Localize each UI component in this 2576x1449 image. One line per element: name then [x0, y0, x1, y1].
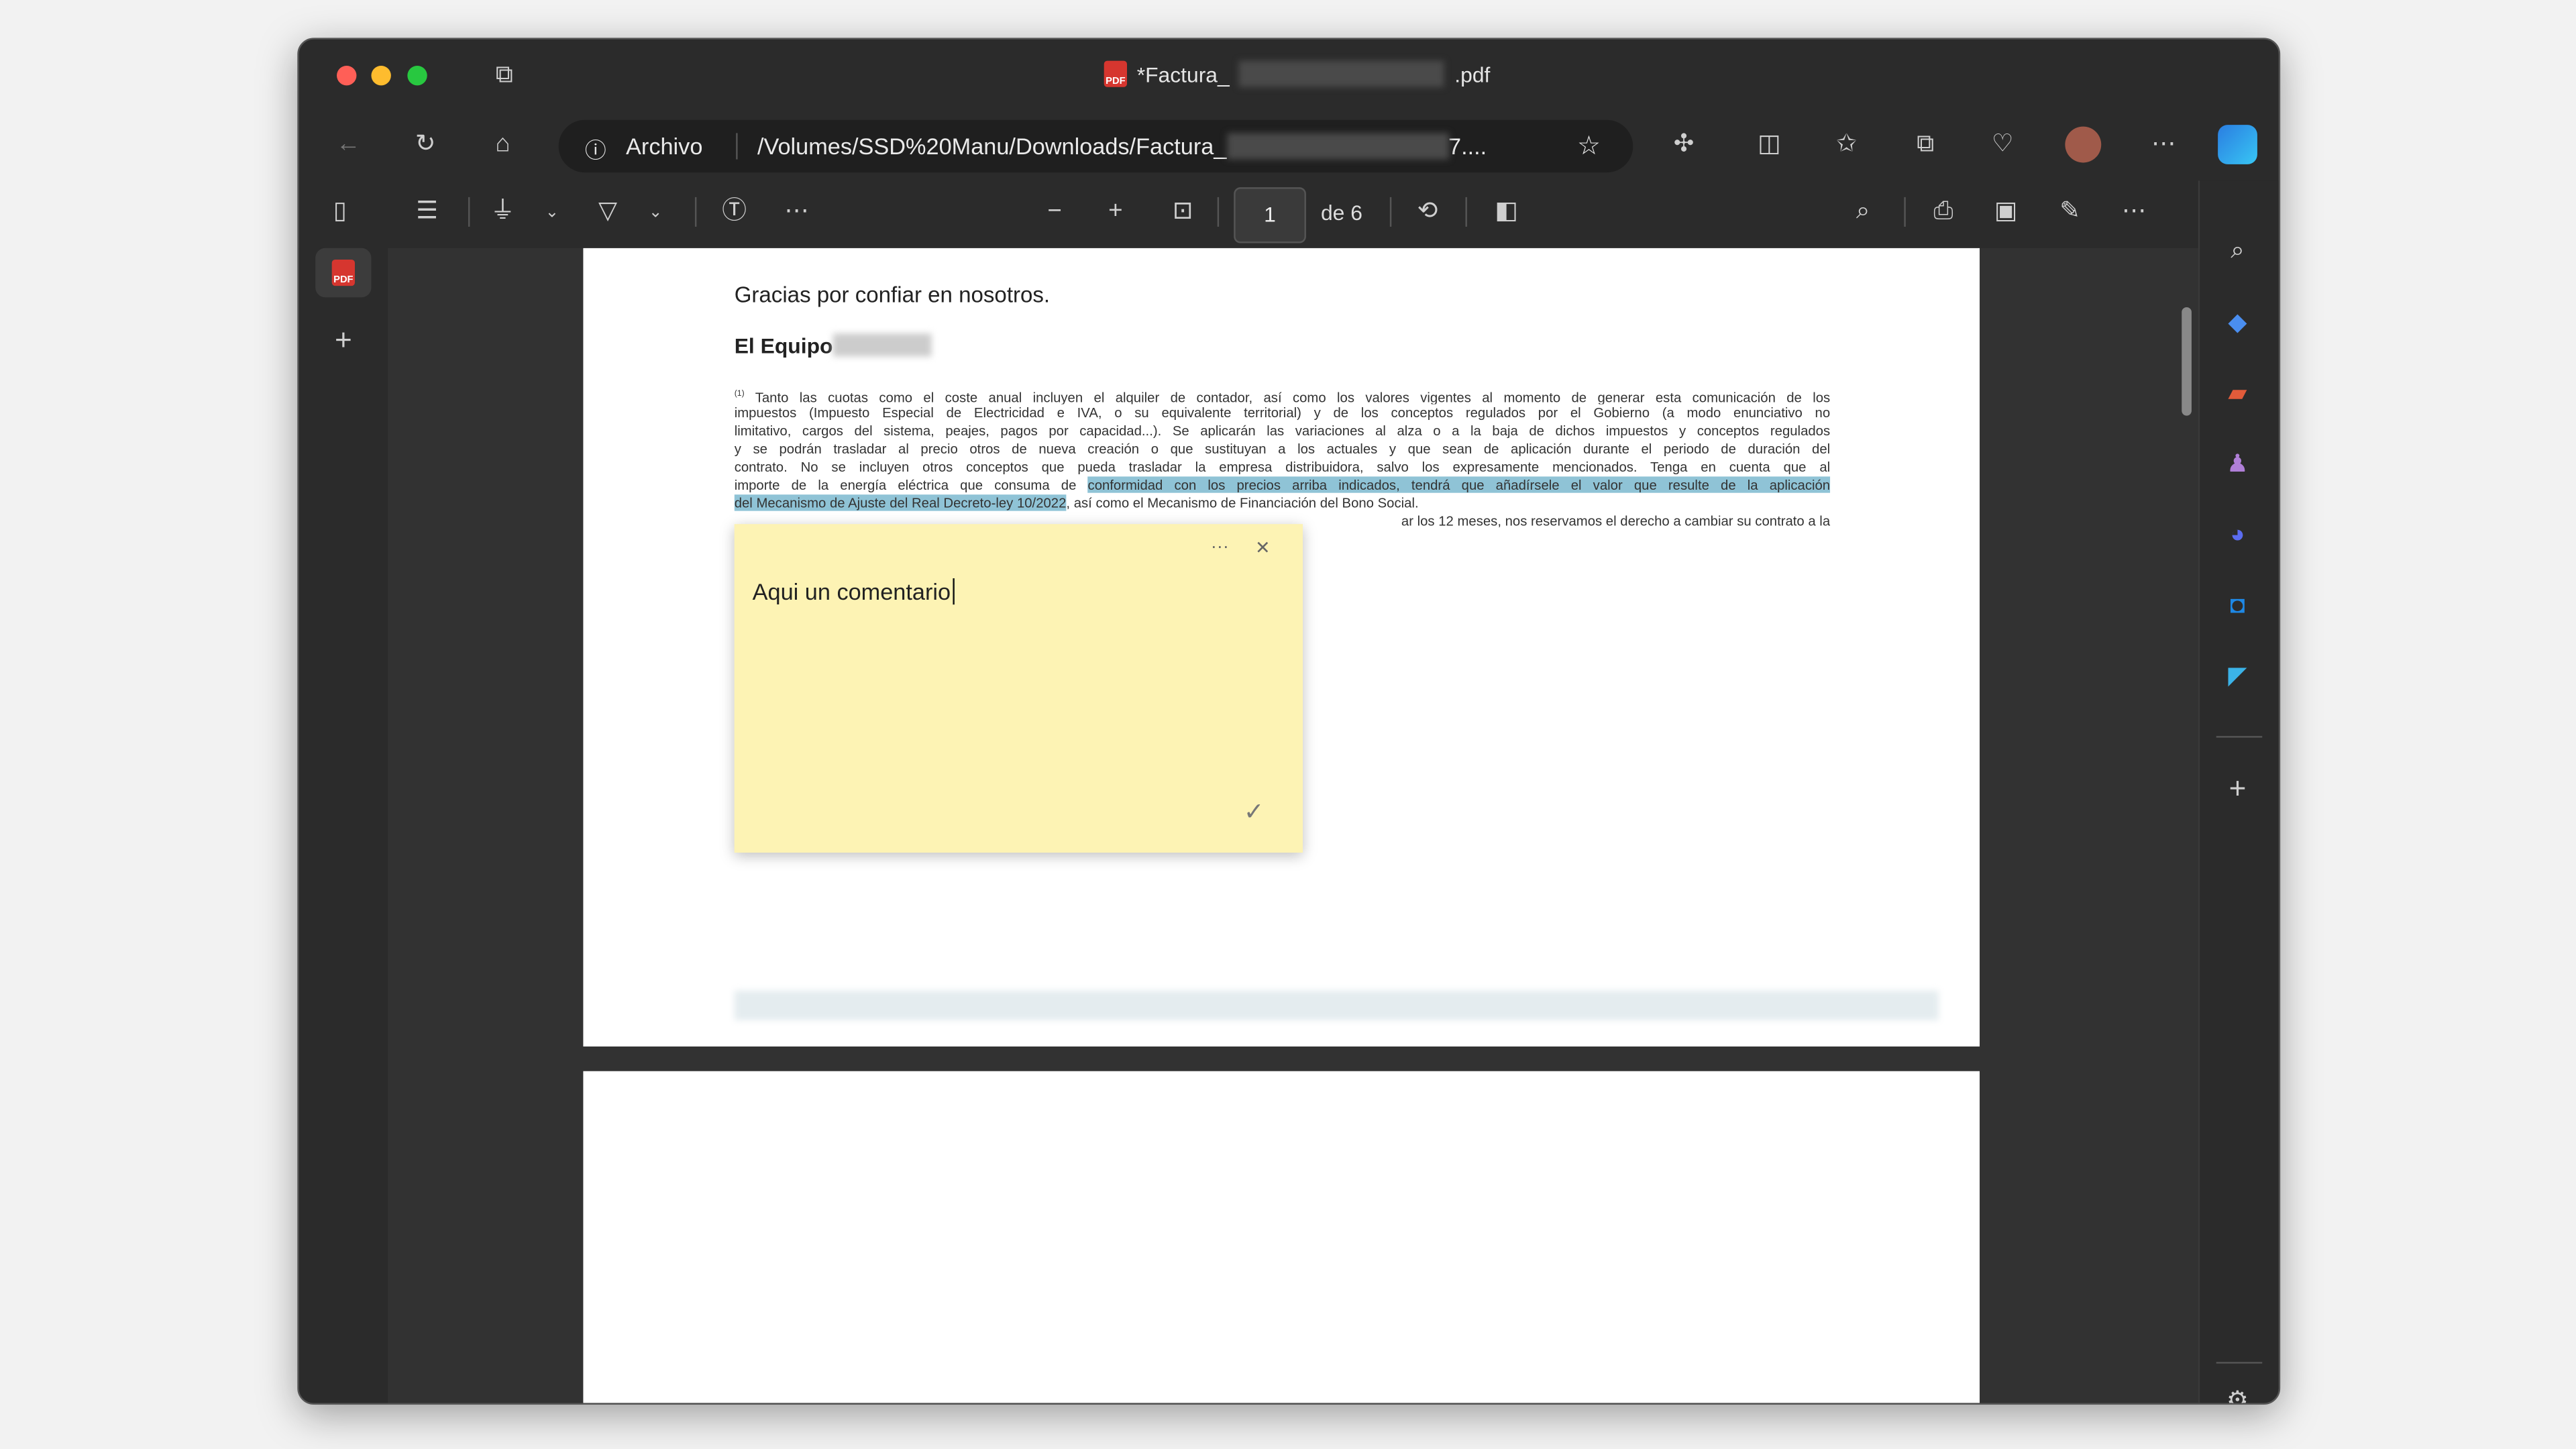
rotate-icon[interactable]: ⟲: [1411, 198, 1444, 225]
more-icon[interactable]: ⋯: [2118, 198, 2151, 225]
thanks-text: Gracias por confiar en nosotros.: [734, 282, 1051, 307]
redacted-text: [1239, 60, 1445, 87]
new-tab-icon[interactable]: +: [327, 325, 360, 355]
chevron-down-icon[interactable]: ⌄: [535, 201, 568, 227]
draw-icon[interactable]: ▽: [592, 198, 625, 225]
highlighted-text[interactable]: conformidad con los precios arriba indic…: [1088, 476, 1831, 493]
outlook-icon[interactable]: ◘: [2221, 592, 2254, 619]
redacted-text: [734, 990, 1939, 1020]
add-text-icon[interactable]: Ⓣ: [718, 198, 751, 225]
workspaces-icon[interactable]: ⧉: [488, 62, 521, 89]
tag-icon[interactable]: ◆: [2221, 310, 2254, 337]
pdf-viewer: Gracias por confiar en nosotros. El Equi…: [387, 248, 2200, 1403]
browser-essentials-icon[interactable]: ♡: [1986, 131, 2019, 158]
zoom-window-button[interactable]: [407, 65, 427, 86]
footnote: (1) Tanto las cuotas como el coste anual…: [734, 386, 1831, 531]
print-icon[interactable]: ⎙: [1927, 198, 1960, 225]
close-window-button[interactable]: [337, 65, 357, 86]
title-prefix: *Factura_: [1136, 61, 1230, 87]
footnote-line: contrato. No se incluyen otros conceptos…: [734, 458, 1831, 475]
copilot-icon[interactable]: [2218, 125, 2257, 164]
title-suffix: .pdf: [1454, 61, 1491, 87]
home-icon[interactable]: ⌂: [486, 131, 519, 158]
text-caret: [952, 578, 954, 605]
favorite-star-icon[interactable]: ☆: [1577, 129, 1601, 162]
comment-note[interactable]: ··· ✕ Aqui un comentario ✓: [734, 524, 1303, 853]
people-icon[interactable]: ♟: [2221, 451, 2254, 478]
footnote-line: Tanto las cuotas como el coste anual inc…: [755, 388, 1831, 405]
footnote-marker: (1): [734, 389, 745, 400]
redacted-text: [833, 333, 932, 357]
note-more-button[interactable]: ···: [1211, 537, 1229, 557]
minimize-window-button[interactable]: [371, 65, 391, 86]
footnote-line: limitativo, cargos del sistema, peajes, …: [734, 422, 1831, 439]
save-as-icon[interactable]: ✎: [2053, 198, 2086, 225]
vertical-tabs: PDF +: [299, 248, 388, 1403]
scrollbar-thumb[interactable]: [2182, 307, 2192, 416]
signature-prefix: El Equipo: [734, 333, 833, 358]
plain-text: , así como el Mecanismo de Financiación …: [1066, 494, 1419, 511]
settings-gear-icon[interactable]: ⚙: [2221, 1387, 2254, 1403]
tab-pdf[interactable]: PDF: [315, 248, 372, 298]
more-icon[interactable]: ⋯: [2147, 131, 2180, 158]
pdf-file-icon: PDF: [1104, 60, 1128, 87]
footnote-line: impuestos (Impuesto Especial de Electric…: [734, 404, 1831, 421]
url-prefix: /Volumes/SSD%20Manu/Downloads/Factura_: [757, 133, 1227, 160]
signature-text: El Equipo: [735, 333, 932, 358]
footnote-line: del Mecanismo de Ajuste del Real Decreto…: [734, 494, 1830, 513]
redacted-text: [1226, 133, 1449, 160]
toolbox-icon[interactable]: ▰: [2221, 380, 2254, 407]
footnote-line: y se podrán trasladar al precio otros de…: [734, 440, 1831, 457]
search-icon[interactable]: ⌕: [2221, 237, 2254, 264]
page-view-icon[interactable]: ◧: [1490, 198, 1523, 225]
search-icon[interactable]: ⌕: [1847, 198, 1880, 225]
highlighted-text[interactable]: del Mecanismo de Ajuste del Real Decreto…: [734, 494, 1066, 511]
site-info-label[interactable]: Archivo: [626, 133, 702, 159]
copilot-app-icon[interactable]: ◕: [2221, 522, 2254, 549]
url-suffix: 7....: [1448, 133, 1487, 160]
browser-window: ⧉ PDF *Factura_ .pdf ← ↻ ⌂ ⓘ Archivo /Vol…: [297, 38, 2281, 1405]
save-icon[interactable]: ▣: [1990, 198, 2023, 225]
page-total-label: de 6: [1320, 200, 1362, 225]
highlight-icon[interactable]: ⏚: [486, 198, 519, 225]
split-screen-icon[interactable]: ◫: [1753, 131, 1786, 158]
pdf-file-icon: PDF: [331, 259, 355, 286]
footnote-line: importe de la energía eléctrica que cons…: [734, 476, 1831, 494]
plain-text: importe de la energía eléctrica que cons…: [734, 476, 1088, 493]
sidebar-toggle-icon[interactable]: ▯: [323, 198, 356, 225]
page-number-input[interactable]: 1: [1234, 187, 1306, 244]
note-confirm-button[interactable]: ✓: [1244, 797, 1265, 826]
note-text: Aqui un comentario: [752, 578, 951, 605]
profile-avatar[interactable]: [2065, 126, 2102, 163]
pdf-page-1: Gracias por confiar en nosotros. El Equi…: [583, 248, 1980, 1047]
send-icon[interactable]: ◤: [2221, 663, 2254, 690]
collections-icon[interactable]: ⧉: [1909, 131, 1942, 158]
fit-width-icon[interactable]: ⊡: [1167, 198, 1199, 225]
zoom-in-icon[interactable]: +: [1099, 198, 1132, 225]
extensions-icon[interactable]: ✣: [1668, 131, 1701, 158]
favorites-icon[interactable]: ✩: [1830, 131, 1863, 158]
address-bar[interactable]: ⓘ Archivo /Volumes/SSD%20Manu/Downloads/…: [558, 119, 1633, 173]
chevron-down-icon[interactable]: ⌄: [639, 201, 672, 227]
url-text[interactable]: /Volumes/SSD%20Manu/Downloads/Factura_ 7.…: [757, 133, 1487, 160]
note-textarea[interactable]: Aqui un comentario: [752, 578, 954, 605]
pdf-page-2: [583, 1071, 1980, 1403]
contents-icon[interactable]: ☰: [411, 198, 443, 225]
zoom-out-icon[interactable]: −: [1038, 198, 1071, 225]
reload-icon[interactable]: ↻: [409, 131, 442, 158]
more-tools-icon[interactable]: ⋯: [780, 198, 813, 225]
note-close-button[interactable]: ✕: [1255, 537, 1271, 558]
add-app-icon[interactable]: +: [2221, 773, 2254, 803]
window-title: PDF *Factura_ .pdf: [1104, 60, 1491, 87]
edge-sidebar: ⌕ ◆ ▰ ♟ ◕ ◘ ◤ + ⚙: [2198, 180, 2279, 1403]
info-icon[interactable]: ⓘ: [585, 133, 606, 164]
back-icon[interactable]: ←: [332, 131, 365, 158]
